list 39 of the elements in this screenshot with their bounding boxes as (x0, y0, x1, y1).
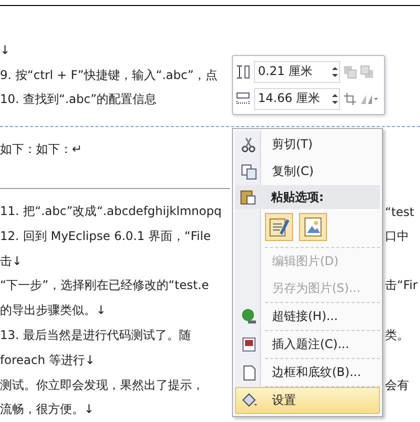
document-text: “下一步”，选择刚在已经修改的“test.e (0, 277, 210, 294)
menu-item-label[interactable]: 超链接(H)... (272, 308, 338, 325)
document-text: 9. 按“ctrl + F”快捷键，输入“.abc”，点 (0, 66, 219, 84)
caption-icon (241, 336, 257, 352)
clipboard-icon (240, 189, 256, 205)
document-text: foreach 等进行↓ (0, 352, 96, 369)
menu-section-header: 粘贴选项: (271, 188, 324, 206)
document-text: 如下：如下：↵ (0, 141, 84, 158)
document-text: 击↓ (0, 252, 24, 270)
menu-item[interactable]: 设置 (235, 387, 380, 414)
document-text: 测试。你立即会发现，果然出了提示， (0, 376, 205, 394)
document-text: 口中 (385, 228, 410, 245)
document-text: 类。 (385, 327, 410, 344)
document-text: 10. 查找到“.abc”的配置信息 (0, 91, 158, 108)
size-field[interactable]: 0.21 厘米 (254, 60, 340, 82)
document-text: 11. 把“.abc”改成“.abcdefghijklmnopq (0, 203, 223, 220)
scissors-icon (241, 136, 257, 152)
crop-icon[interactable] (343, 92, 357, 106)
height-icon (235, 64, 251, 80)
document-text: 击“Fir (385, 277, 419, 294)
size-field[interactable]: 14.66 厘米 (254, 88, 340, 110)
document-text: 的导出步骤类似。↓ (0, 302, 108, 320)
page-icon (241, 364, 257, 380)
menu-item-label[interactable]: 插入题注(C)... (272, 336, 350, 353)
width-icon (235, 90, 251, 106)
spinner-icon[interactable] (331, 92, 339, 106)
menu-item-label[interactable]: 复制(C) (272, 163, 314, 180)
document-text: “test (385, 204, 416, 219)
menu-item-label[interactable]: 剪切(T) (272, 136, 313, 153)
document-text: 12. 回到 MyEclipse 6.0.1 界面，“File (0, 228, 212, 245)
document-text: 13. 最后当然是进行代码测试了。随 (0, 327, 192, 344)
document-text: ↓ (0, 43, 12, 58)
spinner-icon[interactable] (331, 64, 339, 78)
document-text: 流畅，很方便。↓ (0, 401, 96, 418)
menu-item-label[interactable]: 边框和底纹(B)... (272, 364, 362, 381)
document-text: 会有 (385, 376, 410, 394)
copy-icon (241, 164, 257, 180)
paste-picture-button[interactable] (299, 213, 327, 241)
paste-keep-format-button[interactable] (265, 213, 293, 241)
